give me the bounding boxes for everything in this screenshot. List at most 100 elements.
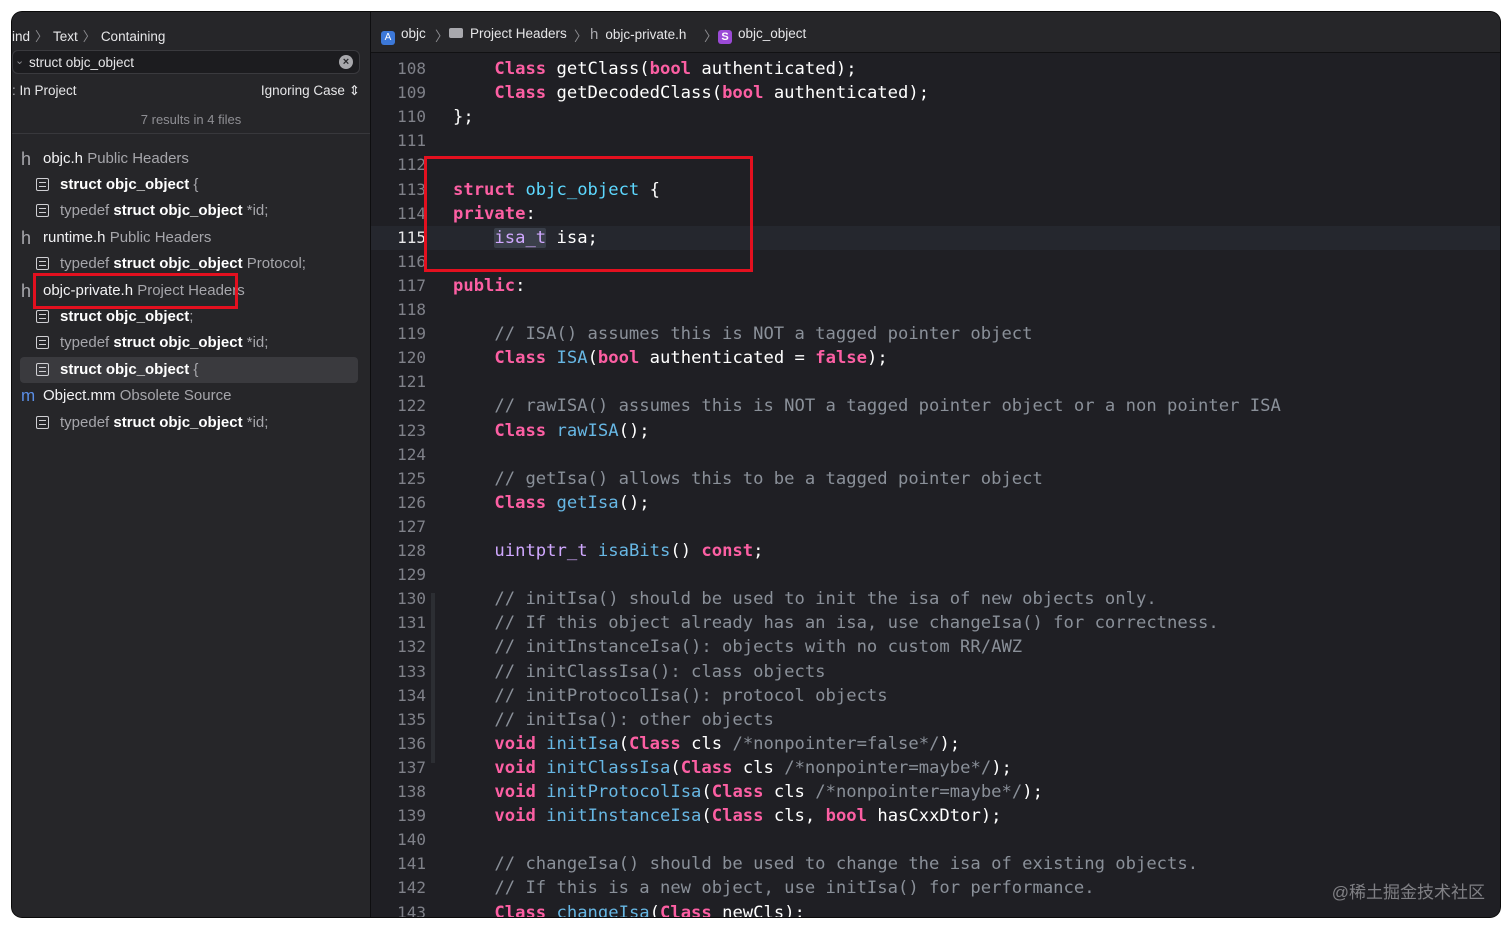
- search-field[interactable]: ⌄ ×: [12, 50, 360, 74]
- code-line[interactable]: 111: [371, 129, 1500, 153]
- line-number[interactable]: 138: [371, 780, 426, 804]
- line-number[interactable]: 135: [371, 708, 426, 732]
- search-scope[interactable]: : In Project: [12, 83, 77, 98]
- code-line[interactable]: 135 // initIsa(): other objects: [371, 708, 1500, 732]
- code-line[interactable]: 120 Class ISA(bool authenticated = false…: [371, 346, 1500, 370]
- result-match[interactable]: typedef struct objc_object *id;: [12, 198, 370, 224]
- code-line[interactable]: 131 // If this object already has an isa…: [371, 611, 1500, 635]
- code-line[interactable]: 129: [371, 563, 1500, 587]
- code-line[interactable]: 139 void initInstanceIsa(Class cls, bool…: [371, 804, 1500, 828]
- code-line[interactable]: 136 void initIsa(Class cls /*nonpointer=…: [371, 732, 1500, 756]
- find-match-style[interactable]: Containing: [101, 29, 166, 44]
- jumpbar-file[interactable]: h objc-private.h: [590, 26, 686, 43]
- code-line[interactable]: 140: [371, 828, 1500, 852]
- line-number[interactable]: 140: [371, 828, 426, 852]
- search-options-chevron-icon[interactable]: ⌄: [15, 54, 24, 67]
- code-text: // initClassIsa(): class objects: [453, 660, 825, 684]
- code-line[interactable]: 128 uintptr_t isaBits() const;: [371, 539, 1500, 563]
- code-line[interactable]: 133 // initClassIsa(): class objects: [371, 660, 1500, 684]
- line-number[interactable]: 136: [371, 732, 426, 756]
- line-number[interactable]: 110: [371, 105, 426, 129]
- code-line[interactable]: 137 void initClassIsa(Class cls /*nonpoi…: [371, 756, 1500, 780]
- code-token: (: [701, 806, 712, 827]
- line-number[interactable]: 118: [371, 298, 426, 322]
- code-line[interactable]: 121: [371, 370, 1500, 394]
- code-token: initProtocolIsa: [546, 782, 702, 802]
- code-comment: // getIsa() allows this to be a tagged p…: [494, 468, 1043, 489]
- code-line[interactable]: 126 Class getIsa();: [371, 491, 1500, 515]
- result-match-selected[interactable]: struct objc_object {: [20, 357, 358, 383]
- code-line[interactable]: 108 Class getClass(bool authenticated);: [371, 57, 1500, 81]
- jumpbar-group[interactable]: Project Headers: [449, 26, 567, 41]
- updown-chevron-icon: ⇕: [348, 83, 360, 98]
- code-line[interactable]: 138 void initProtocolIsa(Class cls /*non…: [371, 780, 1500, 804]
- line-number[interactable]: 129: [371, 563, 426, 587]
- search-input[interactable]: [29, 53, 329, 71]
- line-number[interactable]: 121: [371, 370, 426, 394]
- line-number[interactable]: 139: [371, 804, 426, 828]
- source-editor: Aobjc 〉 Project Headers 〉 h objc-private.…: [371, 12, 1500, 917]
- code-line[interactable]: 127: [371, 515, 1500, 539]
- code-line[interactable]: 123 Class rawISA();: [371, 419, 1500, 443]
- match-line-icon: [36, 416, 49, 429]
- result-file-runtime-h[interactable]: h runtime.h Public Headers: [12, 225, 370, 251]
- code-line[interactable]: 130 // initIsa() should be used to init …: [371, 587, 1500, 611]
- code-line[interactable]: 118: [371, 298, 1500, 322]
- line-number[interactable]: 141: [371, 852, 426, 876]
- code-line[interactable]: 110};: [371, 105, 1500, 129]
- line-number[interactable]: 123: [371, 419, 426, 443]
- result-file-objc-h[interactable]: h objc.h Public Headers: [12, 146, 370, 172]
- match-line-icon: [36, 336, 49, 349]
- line-number[interactable]: 111: [371, 129, 426, 153]
- case-option-popup[interactable]: Ignoring Case ⇕: [261, 83, 360, 99]
- line-number[interactable]: 122: [371, 394, 426, 418]
- line-number[interactable]: 130: [371, 587, 426, 611]
- line-number[interactable]: 143: [371, 901, 426, 918]
- line-number[interactable]: 112: [371, 153, 426, 177]
- line-number[interactable]: 120: [371, 346, 426, 370]
- line-number[interactable]: 109: [371, 81, 426, 105]
- jumpbar-symbol[interactable]: Sobjc_object: [718, 26, 806, 44]
- code-line[interactable]: 122 // rawISA() assumes this is NOT a ta…: [371, 394, 1500, 418]
- result-match[interactable]: typedef struct objc_object *id;: [12, 410, 370, 436]
- result-match[interactable]: struct objc_object {: [12, 172, 370, 198]
- code-text: // initProtocolIsa(): protocol objects: [453, 684, 887, 708]
- line-number[interactable]: 137: [371, 756, 426, 780]
- line-number[interactable]: 116: [371, 250, 426, 274]
- result-match[interactable]: typedef struct objc_object *id;: [12, 330, 370, 356]
- code-line[interactable]: 109 Class getDecodedClass(bool authentic…: [371, 81, 1500, 105]
- code-line[interactable]: 124: [371, 443, 1500, 467]
- code-line[interactable]: 125 // getIsa() allows this to be a tagg…: [371, 467, 1500, 491]
- line-number[interactable]: 142: [371, 876, 426, 900]
- line-number[interactable]: 115: [371, 226, 426, 250]
- code-text: // If this object already has an isa, us…: [453, 611, 1218, 635]
- clear-search-icon[interactable]: ×: [339, 55, 353, 69]
- code-line[interactable]: 132 // initInstanceIsa(): objects with n…: [371, 635, 1500, 659]
- line-number[interactable]: 131: [371, 611, 426, 635]
- line-number[interactable]: 119: [371, 322, 426, 346]
- code-token: (: [701, 782, 712, 802]
- line-number[interactable]: 134: [371, 684, 426, 708]
- line-number[interactable]: 114: [371, 202, 426, 226]
- line-number[interactable]: 125: [371, 467, 426, 491]
- line-number[interactable]: 108: [371, 57, 426, 81]
- code-line[interactable]: 117 public:: [371, 274, 1500, 298]
- line-number[interactable]: 117: [371, 274, 426, 298]
- code-line[interactable]: 119 // ISA() assumes this is NOT a tagge…: [371, 322, 1500, 346]
- line-number[interactable]: 126: [371, 491, 426, 515]
- find-mode[interactable]: ind: [12, 29, 30, 44]
- line-number[interactable]: 133: [371, 660, 426, 684]
- line-number[interactable]: 124: [371, 443, 426, 467]
- line-number[interactable]: 127: [371, 515, 426, 539]
- result-file-object-mm[interactable]: m Object.mm Obsolete Source: [12, 383, 370, 409]
- line-number[interactable]: 113: [371, 178, 426, 202]
- line-number[interactable]: 132: [371, 635, 426, 659]
- code-line[interactable]: 141 // changeIsa() should be used to cha…: [371, 852, 1500, 876]
- jumpbar-project[interactable]: Aobjc: [381, 26, 426, 45]
- find-type[interactable]: Text: [53, 29, 78, 44]
- code-line[interactable]: 142 // If this is a new object, use init…: [371, 876, 1500, 900]
- code-line[interactable]: 134 // initProtocolIsa(): protocol objec…: [371, 684, 1500, 708]
- line-number[interactable]: 128: [371, 539, 426, 563]
- code-line[interactable]: 143 Class changeIsa(Class newCls);: [371, 901, 1500, 918]
